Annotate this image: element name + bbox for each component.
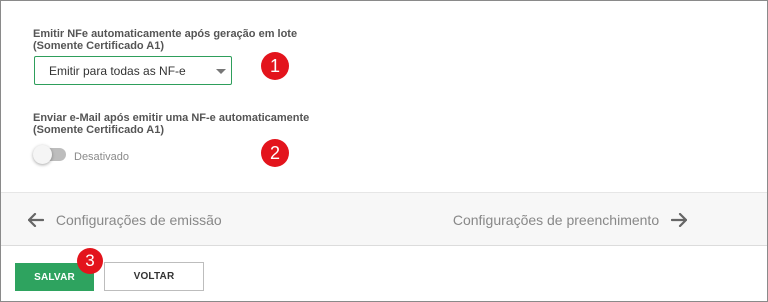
back-button[interactable]: VOLTAR (104, 262, 204, 291)
toggle-knob (33, 145, 52, 164)
auto-email-label-line1: Enviar e-Mail após emitir uma NF-e autom… (33, 112, 310, 124)
footer-actions: SALVAR VOLTAR 3 (1, 246, 767, 301)
auto-emit-label-line2: (Somente Certificado A1) (33, 40, 165, 52)
auto-emit-select[interactable]: Emitir para todas as NF-e (34, 56, 232, 85)
arrow-left-icon (28, 213, 44, 228)
auto-email-label: Enviar e-Mail após emitir uma NF-e autom… (33, 112, 309, 136)
auto-emit-label-line1: Emitir NFe automaticamente após geração … (33, 28, 298, 40)
section-navigation: Configurações de emissão Configurações d… (1, 193, 767, 245)
arrow-right-icon (671, 213, 687, 228)
settings-panel: Emitir NFe automaticamente após geração … (0, 0, 768, 302)
auto-emit-label: Emitir NFe automaticamente após geração … (33, 28, 297, 52)
step-badge-2: 2 (261, 139, 289, 167)
auto-email-toggle-state: Desativado (74, 151, 130, 163)
auto-emit-select-value: Emitir para todas as NF-e (49, 64, 186, 78)
chevron-down-icon (216, 69, 226, 74)
nav-next-label: Configurações de preenchimento (452, 212, 660, 229)
auto-email-label-line2: (Somente Certificado A1) (33, 124, 165, 136)
step-badge-3: 3 (77, 248, 103, 274)
nav-prev-link[interactable]: Configurações de emissão (28, 210, 222, 229)
auto-email-toggle[interactable] (33, 145, 66, 164)
nav-prev-label: Configurações de emissão (55, 212, 222, 229)
settings-form: Emitir NFe automaticamente após geração … (1, 1, 767, 193)
step-badge-1: 1 (261, 52, 289, 80)
nav-next-link[interactable]: Configurações de preenchimento (453, 210, 687, 229)
